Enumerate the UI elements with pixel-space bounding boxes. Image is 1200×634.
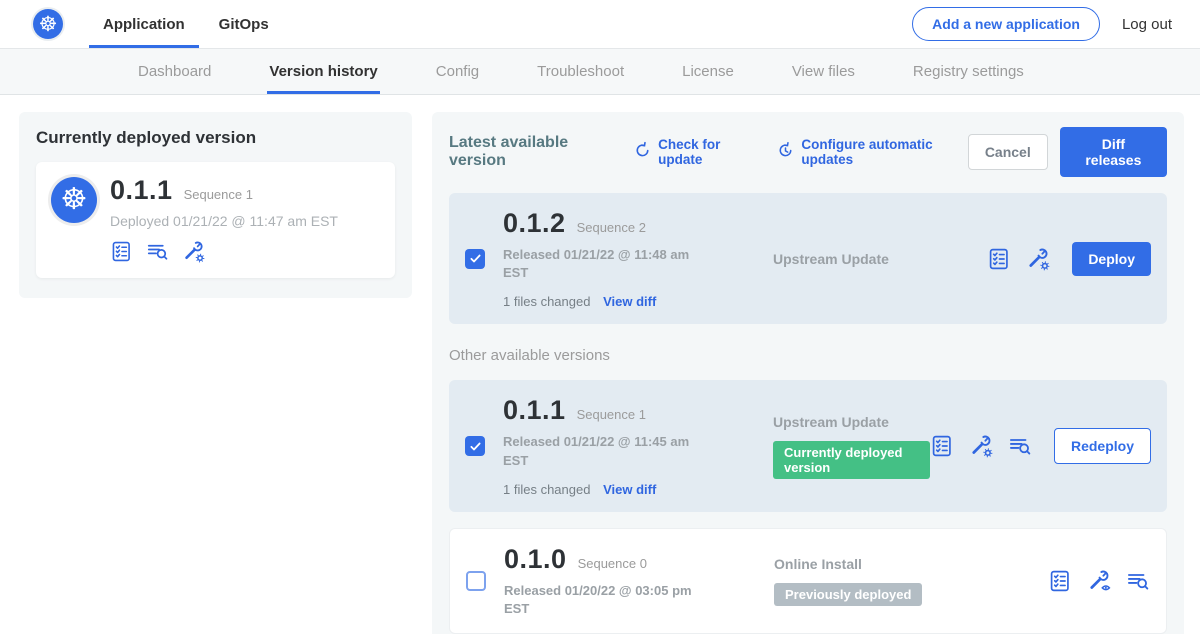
subnav-tab-dashboard[interactable]: Dashboard	[138, 49, 211, 94]
view-logs-icon[interactable]	[146, 240, 169, 263]
deployed-version-number: 0.1.1	[110, 175, 173, 206]
deployed-timestamp: Deployed 01/21/22 @ 11:47 am EST	[110, 213, 338, 229]
app-subnav: Dashboard Version history Config Trouble…	[0, 48, 1200, 95]
view-logs-icon[interactable]	[1126, 569, 1150, 593]
subnav-tab-view-files-label: View files	[792, 63, 855, 80]
version-0-1-0-info: 0.1.0 Sequence 0 Released 01/20/22 @ 03:…	[504, 544, 716, 618]
cancel-button[interactable]: Cancel	[968, 134, 1048, 170]
deployed-version-sequence: Sequence 1	[184, 187, 253, 202]
app-kubernetes-icon: ☸	[51, 177, 97, 223]
view-logs-icon[interactable]	[1008, 434, 1032, 458]
main-content: Currently deployed version ☸ 0.1.1 Seque…	[0, 95, 1200, 634]
other-available-versions-title: Other available versions	[449, 347, 1167, 364]
configure-auto-updates-label: Configure automatic updates	[801, 137, 967, 167]
edit-config-icon[interactable]	[969, 434, 993, 458]
subnav-tab-config-label: Config	[436, 63, 479, 80]
subnav-tab-registry-settings-label: Registry settings	[913, 63, 1024, 80]
subnav-tab-view-files[interactable]: View files	[792, 49, 855, 94]
version-row-0-1-1: 0.1.1 Sequence 1 Released 01/21/22 @ 11:…	[449, 380, 1167, 511]
version-number: 0.1.0	[504, 544, 567, 575]
available-versions-panel: Latest available version Check for updat…	[432, 112, 1184, 634]
subnav-tab-license-label: License	[682, 63, 734, 80]
version-actions	[1048, 569, 1150, 593]
version-sequence: Sequence 2	[577, 220, 646, 235]
top-header: ☸ Application GitOps Add a new applicati…	[0, 0, 1200, 48]
version-row-0-1-2: 0.1.2 Sequence 2 Released 01/21/22 @ 11:…	[449, 193, 1167, 324]
previously-deployed-badge: Previously deployed	[774, 583, 922, 606]
deployed-version-details: 0.1.1 Sequence 1 Deployed 01/21/22 @ 11:…	[110, 175, 338, 263]
subnav-tab-troubleshoot-label: Troubleshoot	[537, 63, 624, 80]
version-released-timestamp: Released 01/20/22 @ 03:05 pm EST	[504, 582, 700, 618]
subnav-tab-registry-settings[interactable]: Registry settings	[913, 49, 1024, 94]
version-source-label: Upstream Update	[773, 414, 930, 430]
tab-application-label: Application	[103, 16, 185, 33]
tab-application[interactable]: Application	[89, 0, 199, 48]
preflight-checks-icon[interactable]	[1048, 569, 1072, 593]
subnav-tab-version-history[interactable]: Version history	[269, 49, 377, 94]
version-number: 0.1.1	[503, 395, 566, 426]
version-sequence: Sequence 1	[577, 407, 646, 422]
version-0-1-0-checkbox[interactable]	[466, 571, 486, 591]
available-versions-header: Latest available version Check for updat…	[449, 127, 1167, 177]
version-0-1-2-info: 0.1.2 Sequence 2 Released 01/21/22 @ 11:…	[503, 208, 715, 309]
version-0-1-1-info: 0.1.1 Sequence 1 Released 01/21/22 @ 11:…	[503, 395, 715, 496]
version-sequence: Sequence 0	[578, 556, 647, 571]
check-for-update-link[interactable]: Check for update	[633, 137, 755, 167]
version-source: Online Install Previously deployed	[716, 556, 1048, 606]
version-source: Upstream Update	[715, 251, 987, 267]
tab-gitops[interactable]: GitOps	[205, 0, 283, 48]
subnav-tab-dashboard-label: Dashboard	[138, 63, 211, 80]
subnav-tab-license[interactable]: License	[682, 49, 734, 94]
diff-releases-button[interactable]: Diff releases	[1060, 127, 1167, 177]
view-diff-link[interactable]: View diff	[603, 482, 656, 497]
preflight-checks-icon[interactable]	[110, 240, 133, 263]
latest-available-title: Latest available version	[449, 134, 612, 170]
version-actions: Redeploy	[930, 428, 1151, 464]
version-released-timestamp: Released 01/21/22 @ 11:45 am EST	[503, 433, 699, 469]
files-changed-label: 1 files changed	[503, 482, 590, 497]
preflight-checks-icon[interactable]	[987, 247, 1011, 271]
version-row-0-1-0: 0.1.0 Sequence 0 Released 01/20/22 @ 03:…	[449, 528, 1167, 634]
edit-config-icon[interactable]	[1026, 247, 1050, 271]
version-actions: Deploy	[987, 242, 1151, 276]
currently-deployed-badge: Currently deployed version	[773, 441, 930, 479]
version-source: Upstream Update Currently deployed versi…	[715, 414, 930, 479]
configure-auto-updates-link[interactable]: Configure automatic updates	[776, 137, 967, 167]
auto-update-clock-icon	[776, 141, 795, 163]
files-changed-label: 1 files changed	[503, 294, 590, 309]
preflight-checks-icon[interactable]	[930, 434, 954, 458]
app-icon-glyph: ☸	[61, 185, 88, 215]
logout-button[interactable]: Log out	[1122, 16, 1172, 33]
version-released-timestamp: Released 01/21/22 @ 11:48 am EST	[503, 246, 699, 282]
deployed-version-card: ☸ 0.1.1 Sequence 1 Deployed 01/21/22 @ 1…	[36, 162, 395, 278]
kubernetes-logo-icon: ☸	[33, 9, 63, 39]
currently-deployed-panel: Currently deployed version ☸ 0.1.1 Seque…	[19, 112, 412, 298]
version-0-1-1-checkbox[interactable]	[465, 436, 485, 456]
version-0-1-2-checkbox[interactable]	[465, 249, 485, 269]
edit-config-icon[interactable]	[182, 240, 205, 263]
header-tabs: Application GitOps	[89, 0, 283, 48]
view-diff-link[interactable]: View diff	[603, 294, 656, 309]
subnav-tab-troubleshoot[interactable]: Troubleshoot	[537, 49, 624, 94]
subnav-tab-version-history-label: Version history	[269, 63, 377, 80]
currently-deployed-title: Currently deployed version	[36, 128, 395, 148]
version-source-label: Online Install	[774, 556, 1048, 572]
deploy-button[interactable]: Deploy	[1072, 242, 1151, 276]
version-source-label: Upstream Update	[773, 251, 987, 267]
kubernetes-logo-glyph: ☸	[39, 14, 58, 35]
tab-gitops-label: GitOps	[219, 16, 269, 33]
version-number: 0.1.2	[503, 208, 566, 239]
redeploy-button[interactable]: Redeploy	[1054, 428, 1151, 464]
refresh-icon	[633, 141, 652, 163]
view-config-icon[interactable]	[1087, 569, 1111, 593]
add-application-button[interactable]: Add a new application	[912, 7, 1100, 41]
subnav-tab-config[interactable]: Config	[436, 49, 479, 94]
check-for-update-label: Check for update	[658, 137, 755, 167]
